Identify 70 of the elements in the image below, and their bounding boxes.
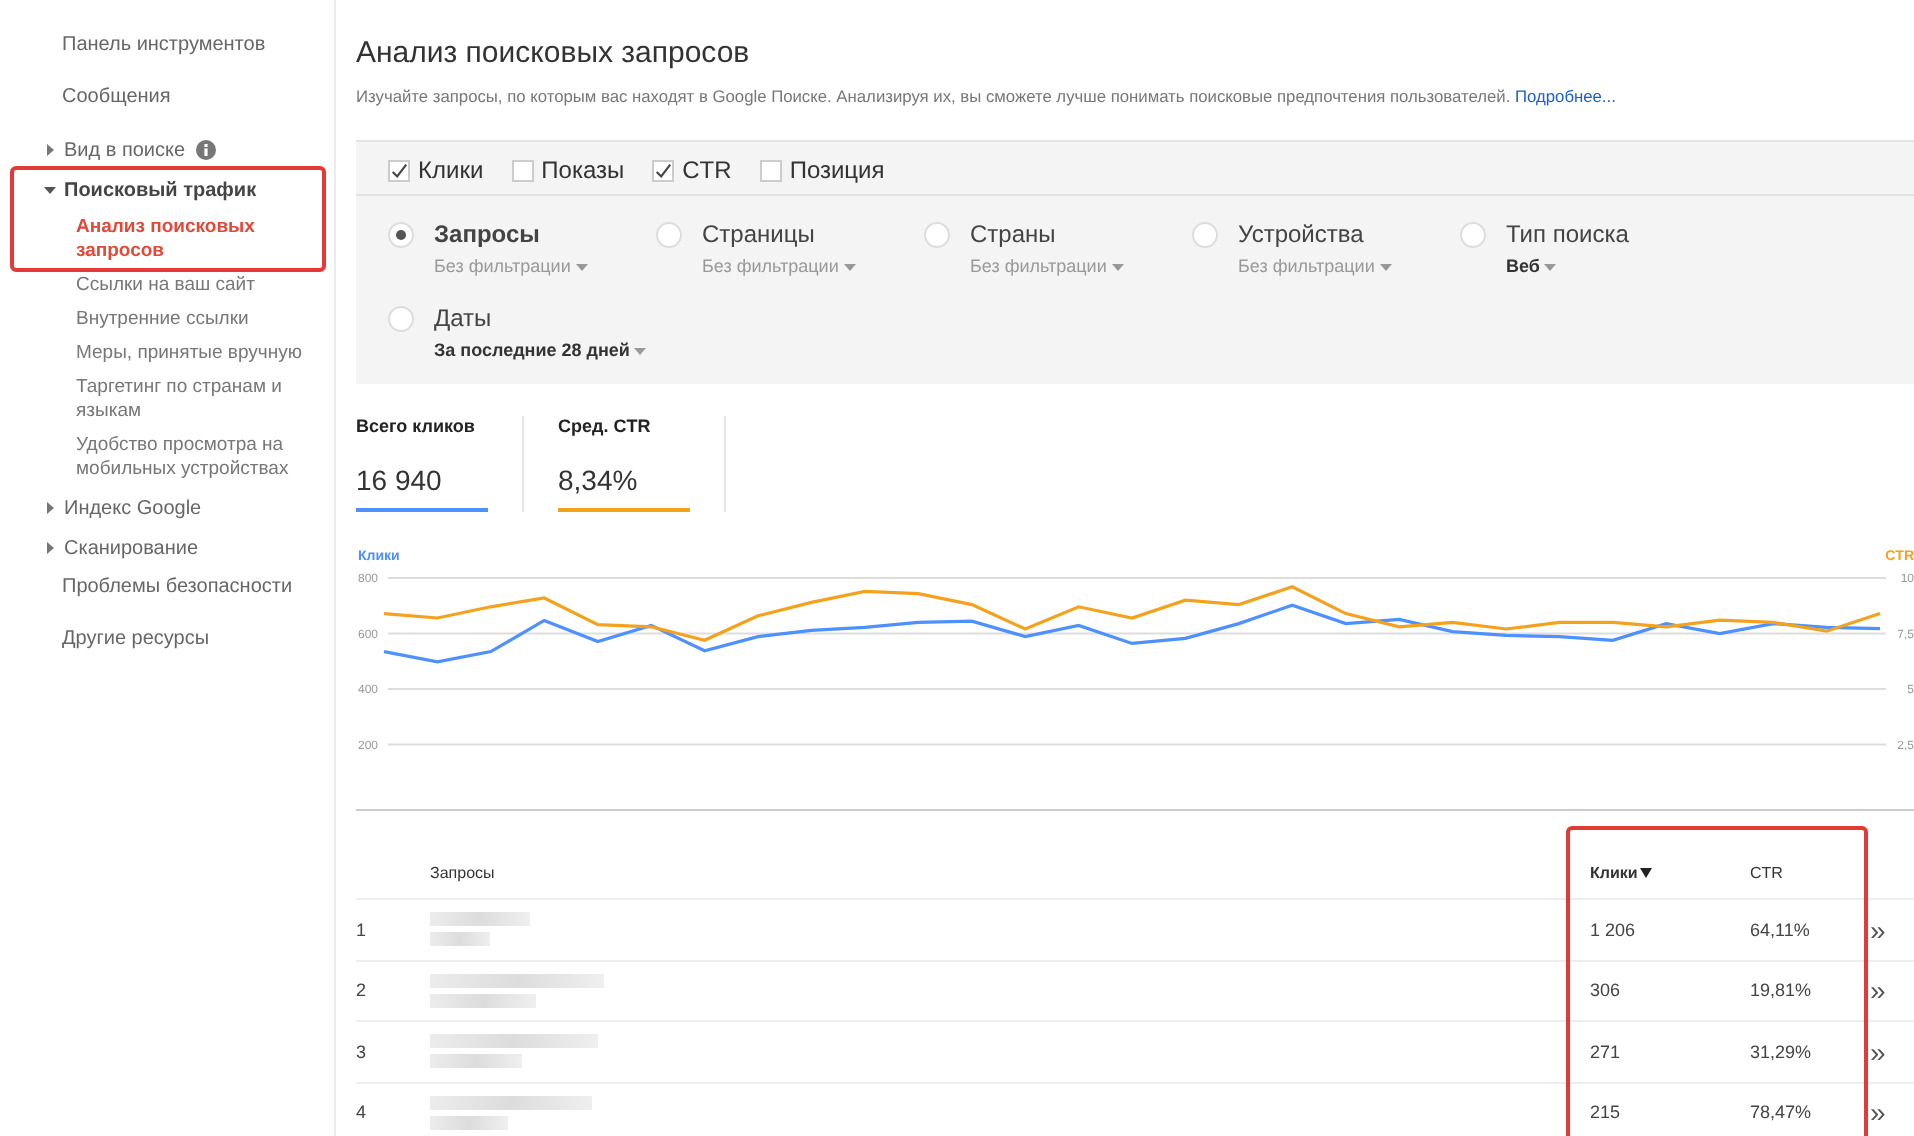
- column-header[interactable]: Клики: [1590, 863, 1750, 881]
- sidebar-group[interactable]: Вид в поиске: [64, 139, 186, 161]
- sidebar-group[interactable]: Поисковый трафик: [64, 179, 257, 201]
- checkbox[interactable]: [652, 159, 675, 181]
- table-cell-text: 31,29%: [1750, 1041, 1814, 1062]
- dimension-label[interactable]: Запросы: [434, 220, 588, 248]
- radio-button[interactable]: [1192, 222, 1218, 248]
- radio-button[interactable]: [656, 222, 682, 248]
- column-header[interactable]: CTR: [1750, 863, 1870, 881]
- checkbox-label[interactable]: CTR: [682, 156, 732, 184]
- learn-more-link[interactable]: Подробнее...: [1515, 86, 1616, 106]
- metric-value: 8,34%: [558, 464, 640, 496]
- caret-icon: [843, 264, 856, 272]
- radio-button[interactable]: [924, 222, 950, 248]
- expand-row-button[interactable]: »: [1870, 1035, 1914, 1068]
- table-cell-text: 19,81%: [1750, 980, 1814, 1001]
- radio-button[interactable]: [388, 222, 414, 248]
- table-cell-text: 64,11%: [1750, 919, 1812, 940]
- caret-icon: [1379, 264, 1392, 272]
- sidebar-item[interactable]: Проблемы безопасности: [0, 574, 334, 626]
- caret-icon: [1111, 264, 1124, 272]
- table-cell-text: 78,47%: [1750, 1102, 1814, 1123]
- sidebar-item[interactable]: Панель инструментов: [0, 32, 334, 84]
- dimension-label[interactable]: Страницы: [702, 220, 856, 248]
- sidebar-subitem[interactable]: Внутренние ссылки: [0, 308, 334, 332]
- expand-row-button[interactable]: »: [1870, 1096, 1914, 1129]
- sidebar-subitem[interactable]: Меры, принятые вручную: [0, 342, 334, 366]
- table-cell-text: 271: [1590, 1041, 1623, 1062]
- caret-icon: [575, 264, 588, 272]
- page-description: Изучайте запросы, по которым вас находят в Google Поиске. Анализируя их, вы сможете лучше понимать поисковые предпочтения пользователей.: [356, 86, 1511, 106]
- metric-label: Всего кликов: [356, 416, 477, 436]
- caret-icon: [1544, 264, 1557, 272]
- checkbox[interactable]: [759, 159, 782, 181]
- dimension-label[interactable]: Даты: [434, 304, 647, 332]
- row-number: 2: [356, 980, 369, 1001]
- sidebar-subitem[interactable]: Анализ поисковых запросов: [0, 216, 334, 264]
- row-number: 1: [356, 919, 369, 940]
- filter-dropdown[interactable]: Веб: [1506, 256, 1629, 276]
- sidebar-subitem[interactable]: Удобство просмотра на мобильных устройствах: [0, 434, 334, 482]
- sidebar-group[interactable]: Индекс Google: [64, 497, 202, 519]
- checkbox[interactable]: [388, 159, 410, 181]
- checkbox-label[interactable]: Клики: [418, 156, 484, 184]
- table-cell-text: 215: [1590, 1102, 1623, 1123]
- row-number: 4: [356, 1102, 369, 1123]
- metric-label: Сред. CTR: [558, 416, 653, 436]
- checkbox[interactable]: [511, 159, 534, 181]
- dimension-label[interactable]: Тип поиска: [1506, 220, 1629, 248]
- sidebar-item[interactable]: Сообщения: [0, 84, 334, 136]
- sidebar-subitem[interactable]: Ссылки на ваш сайт: [0, 274, 334, 298]
- dimension-label[interactable]: Устройства: [1238, 220, 1392, 248]
- expand-row-button[interactable]: »: [1870, 913, 1914, 946]
- radio-button[interactable]: [1460, 222, 1486, 248]
- checkbox-label[interactable]: Позиция: [789, 156, 885, 184]
- checkbox-label[interactable]: Показы: [541, 156, 625, 184]
- table-cell-text: 1 206: [1590, 919, 1638, 940]
- caret-icon: [634, 348, 647, 356]
- radio-button[interactable]: [388, 306, 414, 332]
- filter-dropdown[interactable]: За последние 28 дней: [434, 340, 647, 360]
- sidebar-item[interactable]: Другие ресурсы: [0, 626, 334, 678]
- column-header[interactable]: Запросы: [430, 863, 1590, 881]
- row-number: 3: [356, 1041, 369, 1062]
- blurred-text: [430, 912, 530, 947]
- sidebar-group[interactable]: Сканирование: [64, 537, 199, 559]
- dimension-label[interactable]: Страны: [970, 220, 1124, 248]
- table-cell-text: 306: [1590, 980, 1623, 1001]
- metric-value: 16 940: [356, 464, 444, 496]
- sidebar-subitem[interactable]: Таргетинг по странам и языкам: [0, 376, 334, 424]
- page-title: Анализ поисковых запросов: [356, 36, 752, 70]
- expand-row-button[interactable]: »: [1870, 974, 1914, 1007]
- info-icon[interactable]: [195, 140, 216, 160]
